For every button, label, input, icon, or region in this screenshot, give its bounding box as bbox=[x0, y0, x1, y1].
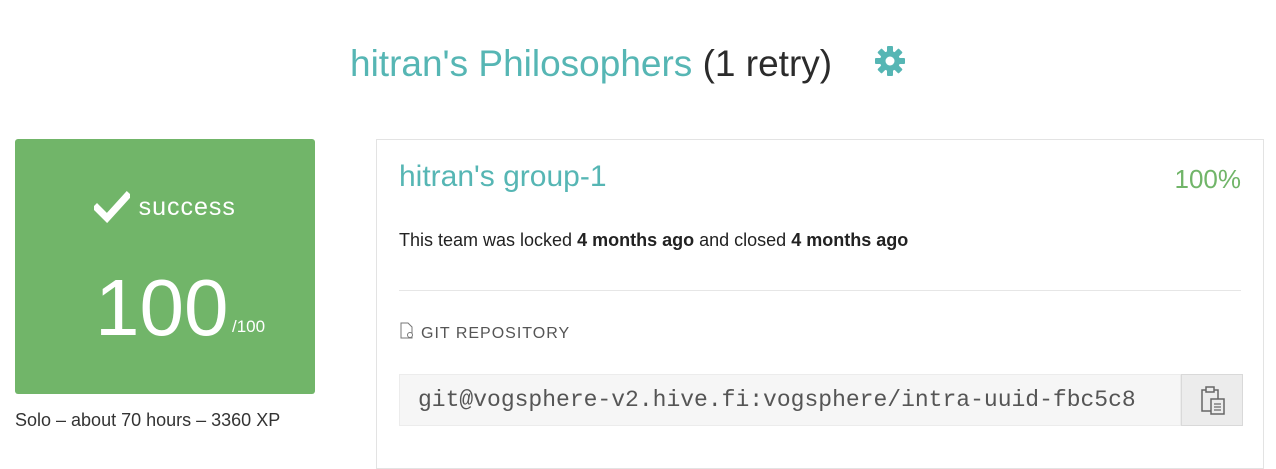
result-card: success 100 /100 bbox=[15, 139, 315, 394]
git-label-text: GIT REPOSITORY bbox=[421, 325, 571, 342]
repository-url-field[interactable]: git@vogsphere-v2.hive.fi:vogsphere/intra… bbox=[399, 374, 1181, 426]
gear-icon[interactable] bbox=[874, 45, 906, 77]
divider bbox=[399, 290, 1241, 291]
locked-time: 4 months ago bbox=[577, 230, 695, 250]
closed-time: 4 months ago bbox=[791, 230, 909, 250]
document-icon bbox=[399, 322, 415, 340]
page-title: hitran's Philosophers (1 retry) bbox=[350, 38, 832, 90]
git-repository-label: GIT REPOSITORY bbox=[399, 322, 570, 343]
check-icon bbox=[92, 191, 133, 224]
status-prefix: This team was locked bbox=[399, 230, 573, 250]
status-text: success bbox=[138, 192, 236, 221]
final-score: 100 bbox=[95, 263, 229, 352]
retry-count: (1 retry) bbox=[702, 43, 833, 84]
project-name[interactable]: hitran's Philosophers bbox=[350, 43, 692, 84]
team-status: This team was locked 4 months ago and cl… bbox=[399, 230, 908, 251]
team-percent: 100% bbox=[1174, 164, 1242, 194]
status-middle: and closed bbox=[699, 230, 787, 250]
team-panel: hitran's group-1 100% This team was lock… bbox=[376, 139, 1264, 469]
team-name[interactable]: hitran's group-1 bbox=[399, 160, 607, 194]
max-score: /100 bbox=[232, 317, 266, 336]
clipboard-icon bbox=[1201, 386, 1225, 415]
project-summary: Solo – about 70 hours – 3360 XP bbox=[15, 410, 281, 430]
status-line: success bbox=[15, 191, 315, 231]
copy-button[interactable] bbox=[1181, 374, 1243, 426]
